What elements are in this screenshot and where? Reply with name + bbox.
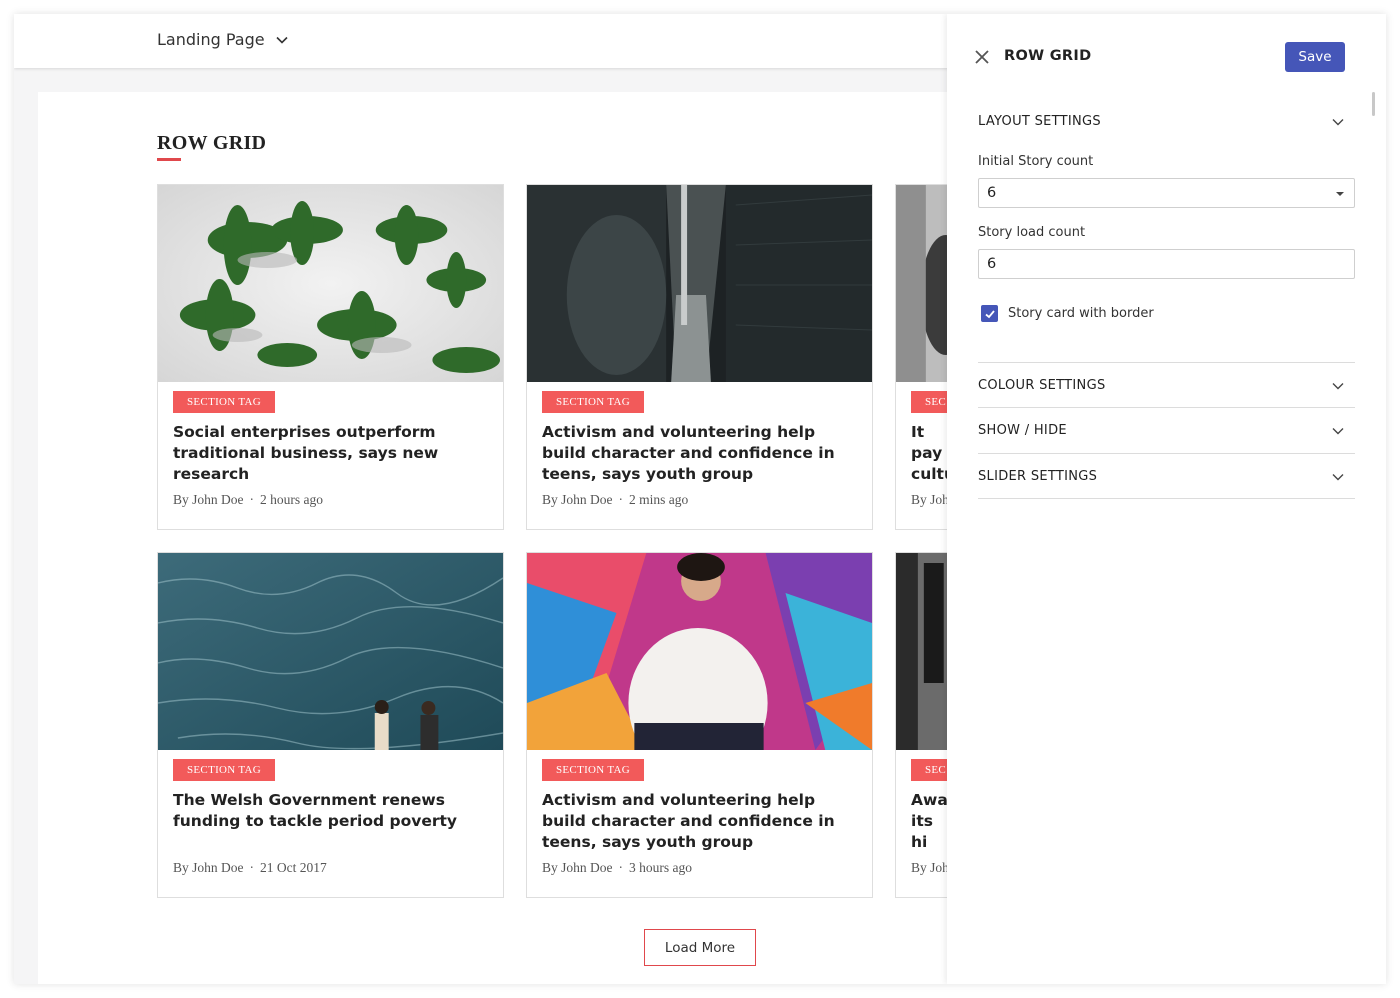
- accordion-label: LAYOUT SETTINGS: [978, 114, 1101, 129]
- story-time: 2 hours ago: [260, 492, 323, 507]
- check-icon: [984, 309, 995, 318]
- story-author: By Joh: [911, 492, 949, 507]
- story-meta: By Joh: [911, 860, 949, 876]
- chevron-down-icon: [276, 36, 288, 44]
- story-image: [527, 553, 872, 750]
- initial-story-count-select[interactable]: 6: [978, 178, 1355, 208]
- story-image: [527, 185, 872, 382]
- story-author: By John Doe: [542, 860, 613, 875]
- chevron-down-icon: [1332, 118, 1344, 125]
- story-headline[interactable]: Activism and volunteering help build cha…: [542, 790, 862, 853]
- story-author: By John Doe: [173, 492, 244, 507]
- checkbox-checked[interactable]: [981, 305, 998, 322]
- checkbox-label: Story card with border: [1008, 306, 1154, 321]
- section-tag[interactable]: SECTION TAG: [173, 391, 276, 413]
- page-selector[interactable]: Landing Page: [157, 30, 289, 49]
- story-image: [158, 185, 503, 382]
- story-card[interactable]: SECTION TAG Activism and volunteering he…: [526, 552, 873, 898]
- settings-panel: ROW GRID Save LAYOUT SETTINGS Initial St…: [947, 14, 1386, 984]
- story-card[interactable]: SECTION TAG Social enterprises outperfor…: [157, 184, 504, 530]
- story-time: 21 Oct 2017: [260, 860, 327, 875]
- divider: [978, 498, 1355, 499]
- story-headline[interactable]: The Welsh Government renews funding to t…: [173, 790, 493, 832]
- close-icon[interactable]: [973, 48, 991, 66]
- story-headline[interactable]: Social enterprises outperform traditiona…: [173, 422, 493, 485]
- story-meta: By John Doe · 2 mins ago: [542, 492, 689, 507]
- story-card[interactable]: SECTION TAG The Welsh Government renews …: [157, 552, 504, 898]
- chevron-down-icon: [1332, 473, 1344, 480]
- app-frame: Landing Page ROW GRID SECTION TAG Social…: [14, 14, 1386, 984]
- accordion-slider-settings[interactable]: SLIDER SETTINGS: [978, 454, 1355, 499]
- story-meta: By Joh: [911, 492, 949, 508]
- save-button[interactable]: Save: [1285, 42, 1345, 72]
- story-time: 2 mins ago: [629, 492, 689, 507]
- story-image: [158, 553, 503, 750]
- section-tag[interactable]: SECTION TAG: [173, 759, 276, 781]
- story-author: By Joh: [911, 860, 949, 875]
- initial-story-count-label: Initial Story count: [978, 154, 1094, 169]
- story-headline[interactable]: Awar its hi: [911, 790, 947, 853]
- panel-title: ROW GRID: [1004, 48, 1092, 64]
- section-tag[interactable]: SECTION TAG: [542, 391, 645, 413]
- accordion-label: COLOUR SETTINGS: [978, 378, 1106, 393]
- accordion-show-hide[interactable]: SHOW / HIDE: [978, 408, 1355, 453]
- panel-scrollbar[interactable]: [1372, 92, 1375, 116]
- page-selector-label: Landing Page: [157, 30, 265, 49]
- story-meta: By John Doe · 2 hours ago: [173, 492, 323, 507]
- story-load-count-label: Story load count: [978, 225, 1086, 240]
- story-headline[interactable]: Activism and volunteering help build cha…: [542, 422, 862, 485]
- caret-down-icon: [1336, 192, 1344, 196]
- section-title-underline: [157, 158, 181, 161]
- section-title: ROW GRID: [157, 132, 267, 154]
- story-card-border-checkbox[interactable]: Story card with border: [981, 305, 1154, 322]
- chevron-down-icon: [1332, 382, 1344, 389]
- accordion-label: SLIDER SETTINGS: [978, 469, 1098, 484]
- story-meta: By John Doe · 21 Oct 2017: [173, 860, 327, 875]
- initial-story-count-value: 6: [987, 185, 997, 201]
- story-author: By John Doe: [542, 492, 613, 507]
- story-time: 3 hours ago: [629, 860, 692, 875]
- story-load-count-input[interactable]: 6: [978, 249, 1355, 279]
- story-load-count-value: 6: [987, 256, 997, 272]
- accordion-layout-settings[interactable]: LAYOUT SETTINGS: [978, 99, 1355, 144]
- story-card[interactable]: SECTION TAG Activism and volunteering he…: [526, 184, 873, 530]
- accordion-label: SHOW / HIDE: [978, 423, 1067, 438]
- section-tag[interactable]: SECTION TAG: [542, 759, 645, 781]
- story-meta: By John Doe · 3 hours ago: [542, 860, 692, 875]
- load-more-button[interactable]: Load More: [644, 929, 756, 966]
- chevron-down-icon: [1332, 427, 1344, 434]
- story-headline[interactable]: It pay cultu: [911, 422, 947, 485]
- story-author: By John Doe: [173, 860, 244, 875]
- accordion-colour-settings[interactable]: COLOUR SETTINGS: [978, 363, 1355, 408]
